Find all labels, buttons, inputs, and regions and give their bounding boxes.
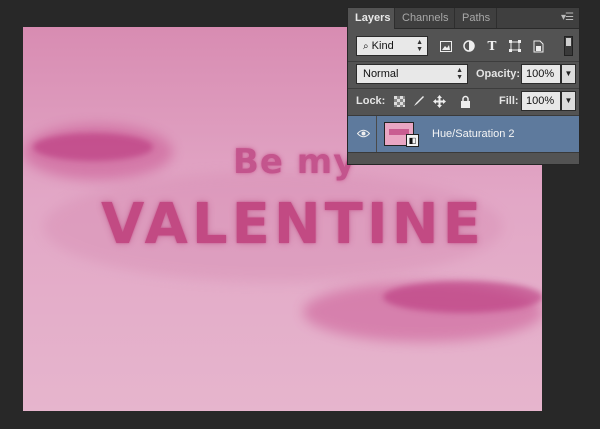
select-arrows-icon: ▲ ▼ [416, 39, 423, 53]
search-icon: ⌕ [363, 41, 369, 52]
opacity-input[interactable]: 100% [521, 64, 561, 84]
lock-all-icon[interactable] [458, 94, 472, 108]
divider [348, 88, 579, 89]
image-filter-icon[interactable] [439, 39, 453, 53]
lock-image-icon[interactable] [412, 94, 426, 108]
filter-kind-value: Kind [371, 40, 394, 52]
select-arrows-icon: ▲ ▼ [456, 67, 463, 81]
adjustment-filter-icon[interactable] [462, 39, 476, 53]
smart-object-filter-icon[interactable] [531, 39, 545, 53]
canvas-text-valentine: VALENTINE [101, 192, 485, 257]
shape-filter-icon[interactable] [508, 39, 522, 53]
divider [348, 61, 579, 62]
canvas-text-be-my: Be my [233, 142, 357, 182]
panel-menu-icon[interactable]: ▾☰ [561, 12, 574, 23]
fill-label: Fill: [499, 95, 519, 107]
fill-input[interactable]: 100% [521, 91, 561, 111]
layer-row[interactable]: ◧ Hue/Saturation 2 [348, 115, 579, 153]
filter-toggle-switch[interactable] [564, 36, 573, 56]
opacity-dropdown-button[interactable]: ▼ [561, 64, 576, 84]
blend-mode-value: Normal [363, 68, 399, 80]
lock-position-icon[interactable] [432, 94, 446, 108]
eye-icon[interactable] [356, 127, 371, 141]
blend-mode-select[interactable]: Normal ▲ ▼ [356, 64, 468, 84]
tab-layers[interactable]: Layers [348, 8, 395, 29]
lock-label: Lock: [356, 95, 386, 107]
type-filter-icon[interactable]: T [485, 39, 499, 53]
panel-tab-bar: Layers Channels Paths ▾☰ [348, 8, 579, 29]
opacity-label: Opacity: [476, 68, 521, 80]
filter-kind-select[interactable]: ⌕ Kind ▲ ▼ [356, 36, 428, 56]
layer-name[interactable]: Hue/Saturation 2 [432, 116, 515, 152]
tab-channels[interactable]: Channels [395, 8, 455, 28]
layers-panel: Layers Channels Paths ▾☰ ⌕ Kind ▲ ▼ T Nor… [347, 7, 580, 165]
fill-dropdown-button[interactable]: ▼ [561, 91, 576, 111]
divider [376, 116, 377, 152]
tab-paths[interactable]: Paths [455, 8, 497, 28]
lock-transparent-icon[interactable] [392, 94, 406, 108]
adjustment-layer-icon: ◧ [406, 134, 419, 147]
